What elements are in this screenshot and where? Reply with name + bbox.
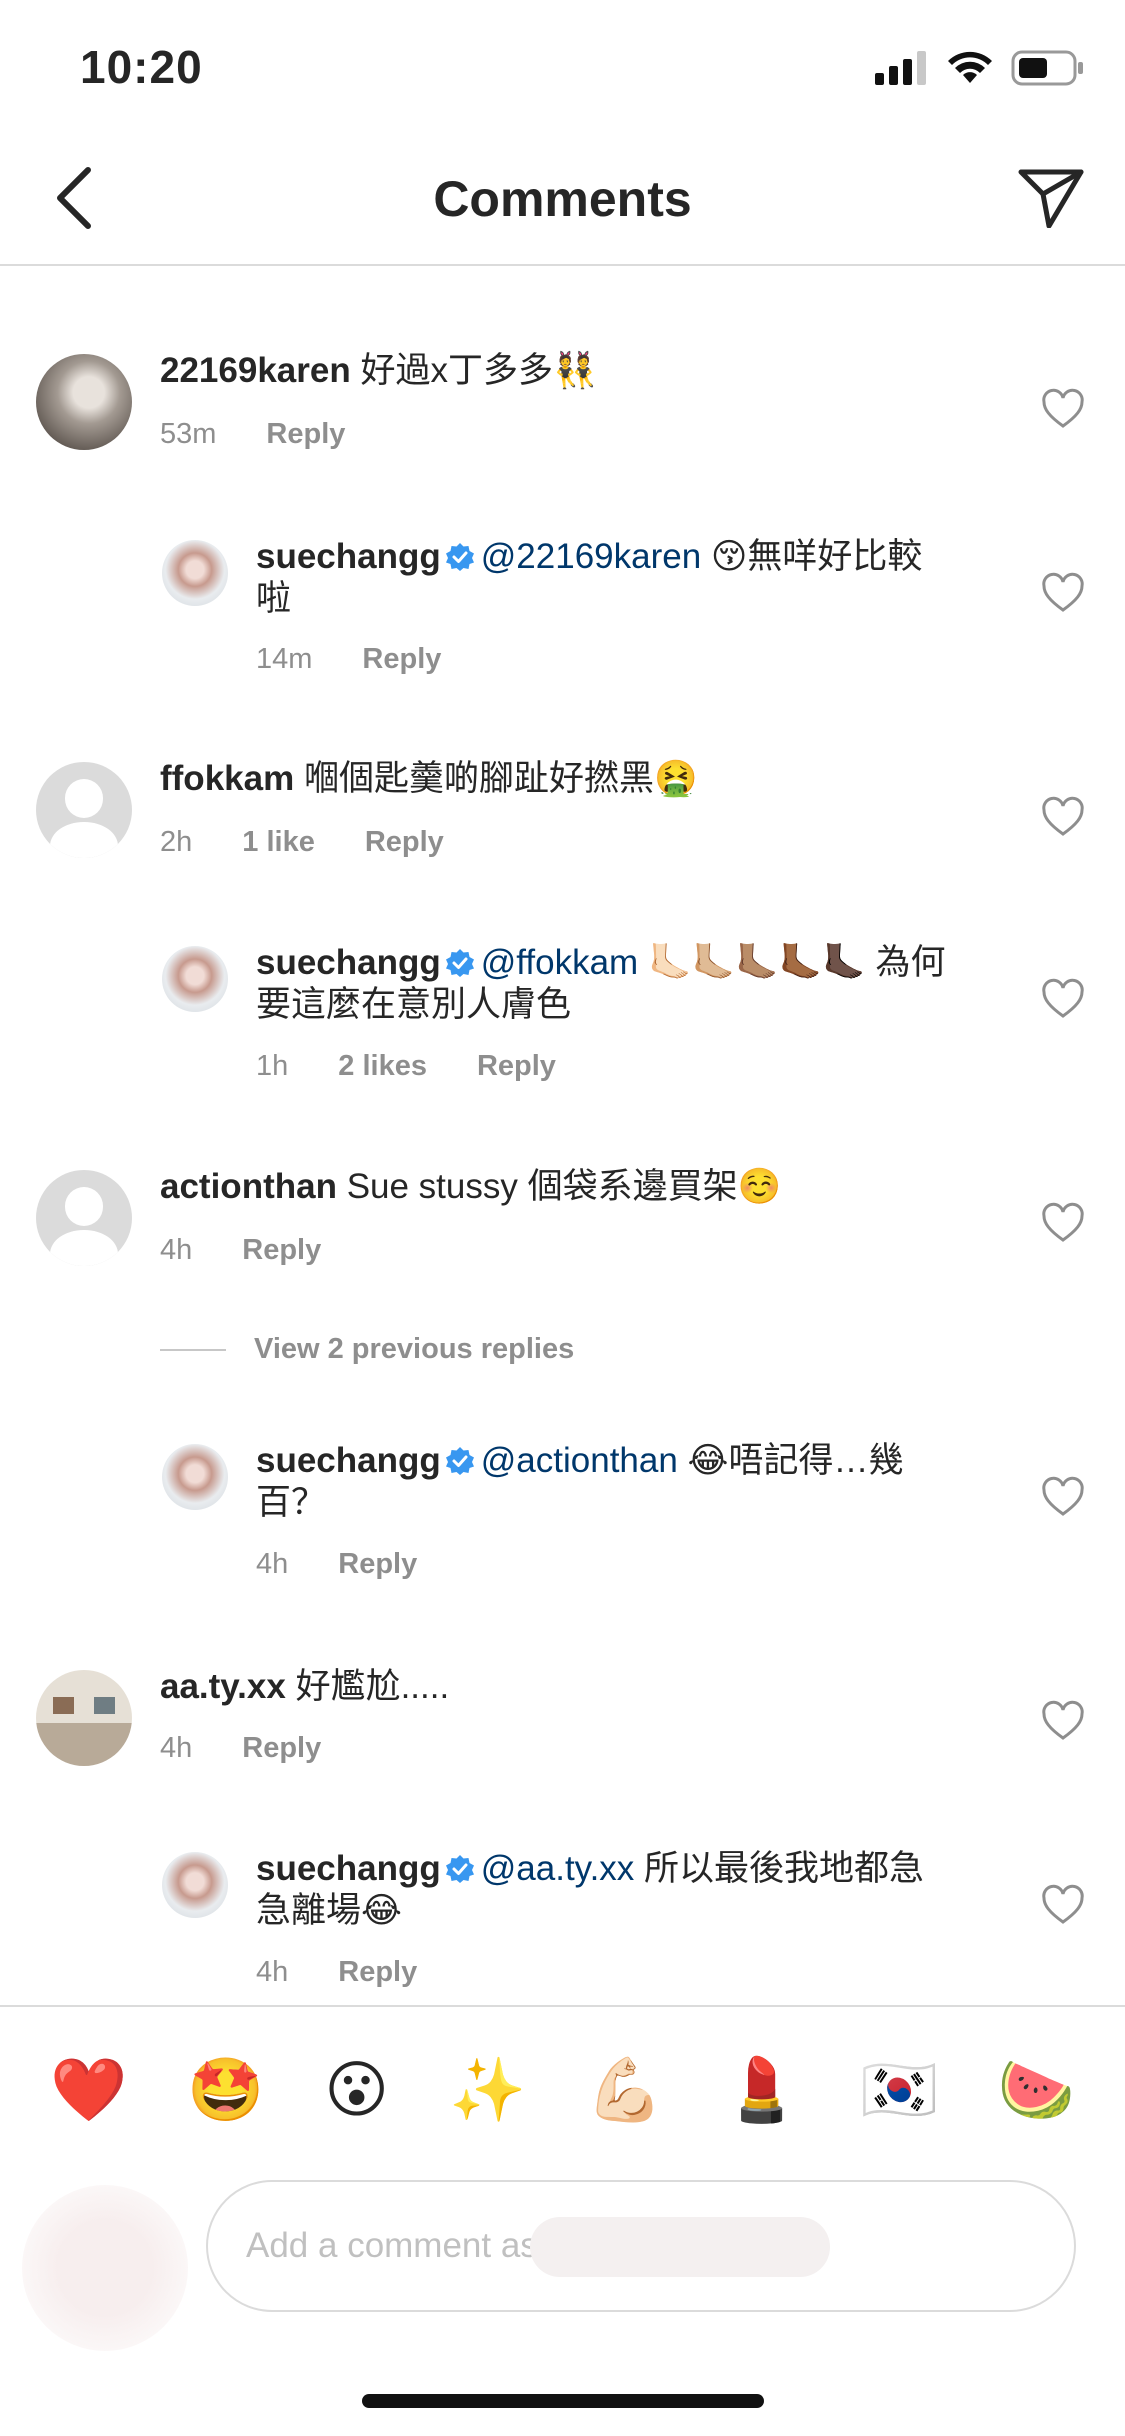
emoji-surprised[interactable]: 😮	[324, 2060, 389, 2122]
comment-time: 4h	[160, 1234, 193, 1266]
emoji-star-struck[interactable]: 🤩	[187, 2060, 264, 2122]
emoji-red-heart[interactable]: ❤️	[50, 2060, 127, 2122]
comment-meta: 2h 1 like Reply	[160, 826, 444, 859]
home-indicator[interactable]	[362, 2394, 764, 2408]
mention-link[interactable]: @ffokkam	[481, 943, 638, 982]
verified-badge-icon	[445, 543, 474, 571]
comment-meta: 1h 2 likes Reply	[256, 1050, 556, 1083]
comment-username[interactable]: 22169karen	[160, 351, 351, 390]
comment-meta: 4h Reply	[160, 1732, 321, 1765]
mention-link[interactable]: @aa.ty.xx	[481, 1849, 635, 1888]
comment-time: 14m	[256, 643, 313, 675]
emoji-korea-flag[interactable]: 🇰🇷	[861, 2060, 938, 2122]
likes-count[interactable]: 1 like	[242, 826, 315, 859]
comment-text: suechangg @22169karen 😚無咩好比較啦	[256, 536, 946, 620]
comment-meta: 14m Reply	[256, 643, 441, 676]
reply-button[interactable]: Reply	[477, 1050, 556, 1083]
comment-input-row	[0, 2175, 1125, 2351]
heart-icon[interactable]	[1041, 796, 1085, 840]
comment-username[interactable]: actionthan	[160, 1167, 337, 1206]
comment-message: Sue stussy 個袋系邊買架☺️	[346, 1167, 782, 1206]
avatar[interactable]	[36, 1670, 132, 1766]
reply-button[interactable]: Reply	[338, 1956, 417, 1989]
comment-username[interactable]: suechangg	[256, 1849, 441, 1888]
comment-text: aa.ty.xx 好尷尬.....	[160, 1666, 980, 1708]
heart-icon[interactable]	[1041, 1700, 1085, 1744]
comment-text: suechangg @ffokkam 🦶🏻🦶🏼🦶🏽🦶🏾🦶🏿 為何要這麼在意別人膚色	[256, 942, 946, 1026]
avatar[interactable]	[162, 1852, 228, 1918]
comment-time: 2h	[160, 826, 193, 858]
comment-message: 嗰個匙羹啲腳趾好撚黑🤮	[303, 759, 698, 798]
reply-button[interactable]: Reply	[362, 643, 441, 676]
comment-message: 好過x丁多多👯	[360, 351, 597, 390]
avatar[interactable]	[36, 1170, 132, 1266]
wifi-icon	[948, 51, 992, 83]
redacted-username-blur	[530, 2217, 830, 2277]
paper-plane-icon	[1018, 169, 1084, 228]
comment-meta: 4h Reply	[256, 1956, 417, 1989]
emoji-quick-bar: ❤️ 🤩 😮 ✨ 💪🏻 💄 🇰🇷 🍉	[0, 2005, 1125, 2175]
heart-icon[interactable]	[1041, 388, 1085, 432]
emoji-flexed-biceps[interactable]: 💪🏻	[586, 2060, 663, 2122]
verified-badge-icon	[445, 1855, 474, 1883]
comment-message: 好尷尬.....	[295, 1667, 450, 1706]
comment-username[interactable]: suechangg	[256, 943, 441, 982]
reply-button[interactable]: Reply	[266, 418, 345, 451]
verified-badge-icon	[445, 1447, 474, 1475]
comment-meta: 4h Reply	[160, 1234, 321, 1267]
reply-button[interactable]: Reply	[365, 826, 444, 859]
comment-username[interactable]: suechangg	[256, 537, 441, 576]
current-user-avatar	[22, 2185, 188, 2351]
avatar[interactable]	[162, 1444, 228, 1510]
comment-username[interactable]: suechangg	[256, 1441, 441, 1480]
view-previous-replies-button[interactable]: View 2 previous replies	[160, 1333, 574, 1366]
comment-time: 4h	[256, 1548, 289, 1580]
emoji-lipstick[interactable]: 💄	[723, 2060, 800, 2122]
comment-text: suechangg @actionthan 😂唔記得…幾百？	[256, 1440, 946, 1524]
reply-button[interactable]: Reply	[338, 1548, 417, 1581]
status-bar: 10:20	[0, 0, 1125, 130]
divider-line	[160, 1348, 226, 1351]
mention-link[interactable]: @22169karen	[481, 537, 701, 576]
status-time: 10:20	[80, 41, 203, 93]
heart-icon[interactable]	[1041, 572, 1085, 616]
heart-icon[interactable]	[1041, 978, 1085, 1022]
comment-meta: 53m Reply	[160, 418, 345, 451]
comment-username[interactable]: aa.ty.xx	[160, 1667, 286, 1706]
comment-time: 4h	[256, 1956, 289, 1988]
avatar[interactable]	[36, 762, 132, 858]
reply-button[interactable]: Reply	[242, 1732, 321, 1765]
heart-icon[interactable]	[1041, 1202, 1085, 1246]
heart-icon[interactable]	[1041, 1884, 1085, 1928]
comment-time: 4h	[160, 1732, 193, 1764]
share-button[interactable]	[1011, 158, 1091, 238]
avatar[interactable]	[36, 354, 132, 450]
nav-bar: Comments	[0, 130, 1125, 266]
battery-icon	[1011, 50, 1083, 86]
comment-time: 1h	[256, 1050, 289, 1082]
comment-text: 22169karen 好過x丁多多👯	[160, 350, 980, 392]
emoji-sparkles[interactable]: ✨	[449, 2060, 526, 2122]
mention-link[interactable]: @actionthan	[481, 1441, 678, 1480]
emoji-watermelon[interactable]: 🍉	[998, 2060, 1075, 2122]
comment-text: actionthan Sue stussy 個袋系邊買架☺️	[160, 1166, 980, 1208]
avatar[interactable]	[162, 540, 228, 606]
verified-badge-icon	[445, 949, 474, 977]
reply-button[interactable]: Reply	[242, 1234, 321, 1267]
status-icons	[875, 50, 1085, 86]
cellular-signal-icon	[875, 51, 926, 85]
heart-icon[interactable]	[1041, 1476, 1085, 1520]
page-title: Comments	[433, 171, 692, 227]
comment-meta: 4h Reply	[256, 1548, 417, 1581]
avatar[interactable]	[162, 946, 228, 1012]
comment-time: 53m	[160, 418, 217, 450]
view-replies-label: View 2 previous replies	[254, 1333, 575, 1365]
comment-username[interactable]: ffokkam	[160, 759, 294, 798]
likes-count[interactable]: 2 likes	[338, 1050, 427, 1083]
comment-text: ffokkam 嗰個匙羹啲腳趾好撚黑🤮	[160, 758, 980, 800]
comment-text: suechangg @aa.ty.xx 所以最後我地都急急離場😂	[256, 1848, 946, 1932]
